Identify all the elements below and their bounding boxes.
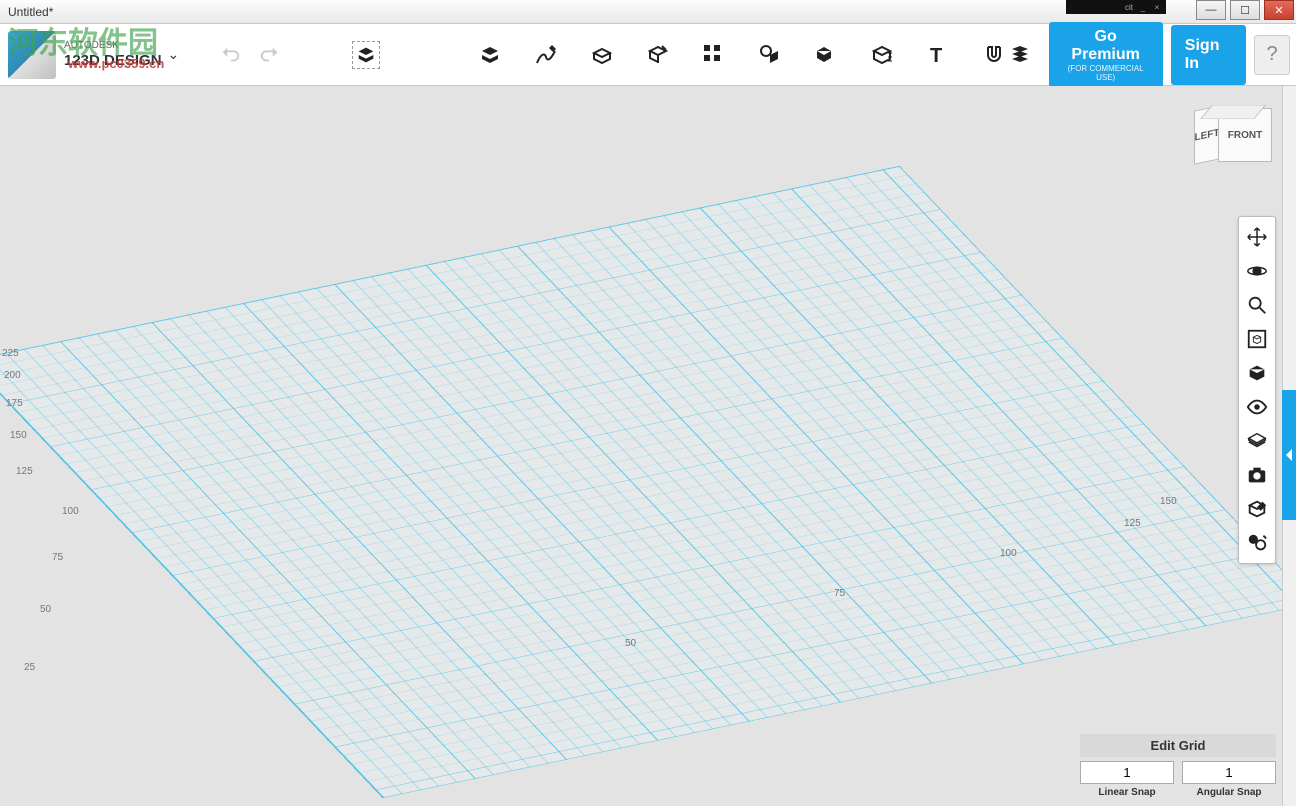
axis-label: 225 (2, 348, 19, 359)
pattern-tool-icon[interactable] (700, 41, 728, 69)
axis-label: 75 (52, 552, 63, 563)
text-tool-icon[interactable]: T (924, 41, 952, 69)
window-maximize-button[interactable]: ☐ (1230, 0, 1260, 20)
axis-label: 125 (1124, 518, 1141, 529)
snap-tool-icon[interactable] (980, 41, 1008, 69)
window-minimize-button[interactable]: — (1196, 0, 1226, 20)
view-cube[interactable]: LEFT FRONT (1204, 98, 1272, 166)
sketch-tool-icon[interactable] (532, 41, 560, 69)
axis-label: 100 (1000, 548, 1017, 559)
browser-mini-tab: cit _ × (1066, 0, 1166, 14)
viewport-3d[interactable]: 25 50 75 100 125 150 175 200 225 50 75 1… (0, 86, 1282, 806)
window-close-button[interactable]: ✕ (1264, 0, 1294, 20)
window-titlebar: Untitled* cit _ × — ☐ ✕ (0, 0, 1296, 24)
axis-label: 25 (24, 662, 35, 673)
go-premium-sublabel: (FOR COMMERCIAL USE) (1063, 64, 1149, 82)
fit-tool-icon[interactable] (1241, 323, 1273, 355)
linear-snap-label: Linear Snap (1080, 787, 1174, 798)
sign-in-button[interactable]: Sign In (1171, 25, 1246, 85)
grid-toggle-icon[interactable] (1241, 425, 1273, 457)
transform-tool-icon[interactable] (352, 41, 380, 69)
undo-button[interactable] (218, 43, 242, 67)
axis-label: 150 (1160, 496, 1177, 507)
construct-tool-icon[interactable] (588, 41, 616, 69)
edit-grid-button[interactable]: Edit Grid (1080, 734, 1276, 757)
right-panel-collapse-tab[interactable] (1282, 390, 1296, 520)
go-premium-label: Go Premium (1063, 28, 1149, 64)
ground-grid (0, 166, 1282, 798)
axis-label: 175 (6, 398, 23, 409)
choose-material-icon[interactable] (1241, 527, 1273, 559)
navigation-toolbar (1238, 216, 1276, 564)
materials-select-icon[interactable] (1241, 493, 1273, 525)
app-menu-chevron-icon[interactable]: ⌄ (168, 46, 180, 63)
screenshot-icon[interactable] (1241, 459, 1273, 491)
axis-label: 50 (625, 638, 636, 649)
svg-text:T: T (930, 45, 942, 67)
main-toolbar: AUTODESK 123D DESIGN ⌄ T Go Premium (FOR… (0, 24, 1296, 86)
visibility-icon[interactable] (1241, 391, 1273, 423)
axis-label: 125 (16, 466, 33, 477)
axis-label: 200 (4, 370, 21, 381)
brand-product: 123D DESIGN (64, 52, 162, 69)
axis-label: 75 (834, 588, 845, 599)
axis-label: 50 (40, 604, 51, 615)
redo-button[interactable] (258, 43, 282, 67)
combine-tool-icon[interactable] (812, 41, 840, 69)
app-menu[interactable]: AUTODESK 123D DESIGN ⌄ (0, 31, 188, 79)
snap-panel: Edit Grid Linear Snap Angular Snap (1080, 734, 1276, 798)
axis-label: 150 (10, 430, 27, 441)
brand-company: AUTODESK (64, 40, 162, 52)
mini-tab-label: cit (1124, 3, 1134, 12)
axis-label: 100 (62, 506, 79, 517)
app-logo-text: AUTODESK 123D DESIGN (64, 40, 162, 70)
materials-button[interactable] (1008, 41, 1033, 69)
angular-snap-input[interactable] (1182, 761, 1276, 784)
app-logo-icon (8, 31, 56, 79)
pan-tool-icon[interactable] (1241, 221, 1273, 253)
home-view-icon[interactable] (1241, 357, 1273, 389)
help-button[interactable]: ? (1254, 35, 1290, 75)
orbit-tool-icon[interactable] (1241, 255, 1273, 287)
go-premium-button[interactable]: Go Premium (FOR COMMERCIAL USE) (1049, 22, 1163, 88)
grouping-tool-icon[interactable] (756, 41, 784, 69)
modify-tool-icon[interactable] (644, 41, 672, 69)
mini-tab-min-icon[interactable]: _ (1138, 3, 1148, 12)
primitives-tool-icon[interactable] (476, 41, 504, 69)
mini-tab-close-icon[interactable]: × (1152, 3, 1162, 12)
zoom-tool-icon[interactable] (1241, 289, 1273, 321)
measure-tool-icon[interactable] (868, 41, 896, 69)
angular-snap-label: Angular Snap (1182, 787, 1276, 798)
linear-snap-input[interactable] (1080, 761, 1174, 784)
